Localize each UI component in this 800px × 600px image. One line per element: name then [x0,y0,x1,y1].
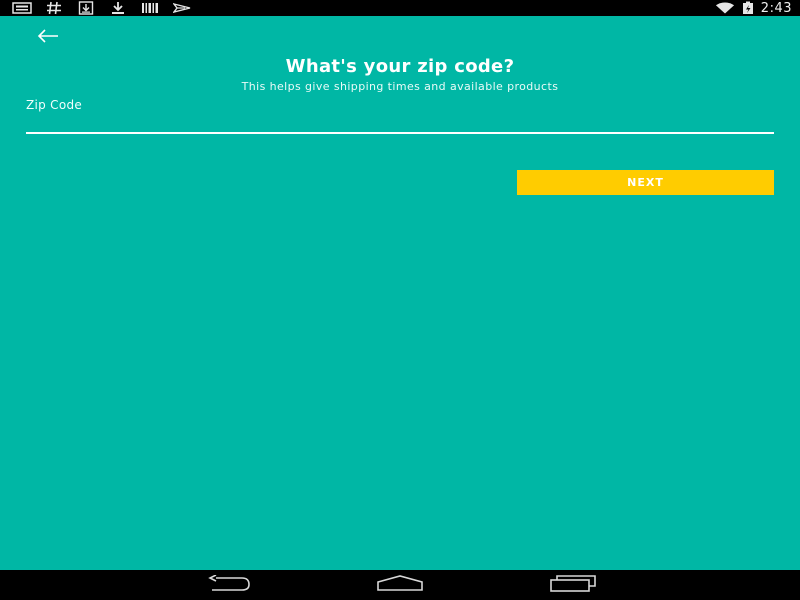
system-icons: 2:43 [715,0,792,16]
clock: 2:43 [760,0,792,16]
battery-charging-icon [741,1,755,15]
nav-recents-button[interactable] [548,574,598,596]
back-button[interactable] [34,26,62,48]
next-button[interactable]: NEXT [517,170,774,195]
page-subtitle: This helps give shipping times and avail… [241,80,559,93]
status-bar: 2:43 [0,0,800,16]
download-icon [108,1,128,15]
arrow-left-icon [36,28,60,47]
zip-code-input[interactable] [26,114,774,134]
screen: 2:43 What's your zip code? This helps gi… [0,0,800,600]
navigation-bar [0,570,800,600]
news-icon [12,1,32,15]
download-box-icon [76,1,96,15]
nav-home-button[interactable] [375,574,425,596]
nav-back-button[interactable] [205,574,253,596]
nav-back-icon [206,574,252,595]
page-title: What's your zip code? [285,56,515,77]
wifi-icon [715,1,735,15]
zip-code-label: Zip Code [26,98,83,112]
nav-recents-icon [549,574,597,596]
nav-home-icon [376,575,424,595]
notification-icons [12,0,204,16]
zip-code-screen: What's your zip code? This helps give sh… [0,16,800,570]
barcode-icon [140,1,160,15]
hash-icon [44,1,64,15]
send-icon [172,1,192,15]
